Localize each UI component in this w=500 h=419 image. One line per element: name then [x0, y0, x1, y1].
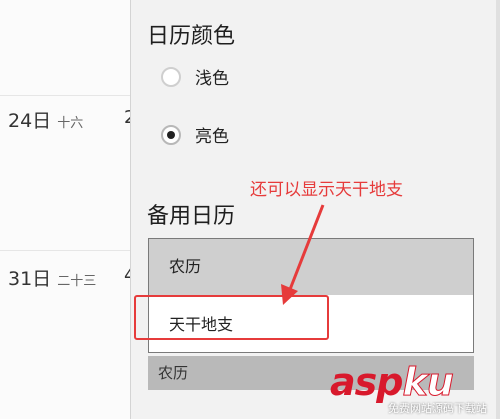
- watermark-tagline: 免费网站源码下载站: [388, 402, 487, 415]
- watermark-logo: aspku 免费网站源码下载站: [330, 360, 500, 419]
- annotation-arrow-icon: [281, 204, 325, 305]
- watermark-brand: aspku: [330, 360, 454, 405]
